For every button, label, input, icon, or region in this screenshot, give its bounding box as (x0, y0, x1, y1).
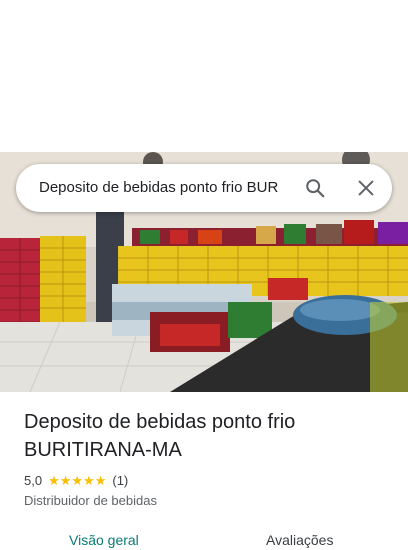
tab-overview[interactable]: Visão geral (69, 530, 139, 550)
search-icon[interactable] (304, 177, 326, 199)
place-category[interactable]: Distribuidor de bebidas (24, 492, 157, 510)
rating-value: 5,0 (24, 473, 43, 488)
tab-reviews[interactable]: Avaliações (266, 530, 333, 550)
search-input[interactable]: Deposito de bebidas ponto frio BUR (39, 177, 291, 199)
rating-row[interactable]: 5,0 ★★★★★ (1) (24, 472, 128, 490)
close-icon[interactable] (355, 177, 377, 199)
place-title: Deposito de bebidas ponto frio BURITIRAN… (24, 411, 296, 461)
map-area (0, 0, 408, 152)
star-rating: ★★★★★ (48, 473, 107, 488)
review-count[interactable]: (1) (112, 472, 128, 490)
search-bar[interactable]: Deposito de bebidas ponto frio BUR (16, 164, 392, 212)
